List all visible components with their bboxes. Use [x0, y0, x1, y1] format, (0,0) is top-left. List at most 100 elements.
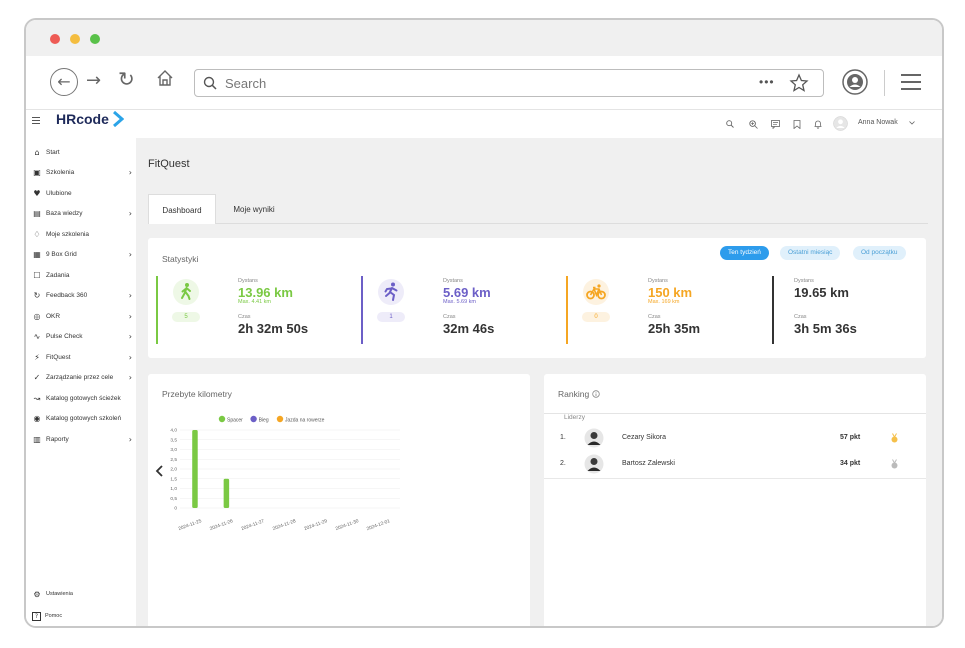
browser-window: ← → ↻ Search ••• HRcode Anna Nowak ⌂ Sta…: [24, 18, 944, 628]
ranking-bottom-divider: [544, 478, 926, 479]
rank-number: 2.: [560, 460, 566, 467]
time-label: Czas: [794, 314, 807, 320]
page-title: FitQuest: [148, 158, 190, 170]
bell-icon[interactable]: [814, 120, 822, 129]
max-distance: Max. 5.69 km: [443, 299, 477, 305]
home-icon[interactable]: [156, 69, 174, 91]
sidebar-item-2[interactable]: ▣ Szkolenia ›: [32, 165, 132, 181]
rank-number: 1.: [560, 434, 566, 441]
user-photo-icon: [584, 428, 604, 448]
legend-swatch-2: [250, 415, 257, 423]
address-bar[interactable]: Search •••: [194, 69, 824, 97]
time-value: 2h 32m 50s: [238, 321, 309, 336]
sidebar-item-settings[interactable]: ⚙ Ustawienia: [32, 586, 132, 602]
star-icon[interactable]: [789, 73, 809, 93]
maximize-window-button[interactable]: [90, 34, 100, 44]
walk-icon: [173, 279, 199, 305]
sidebar-item-13[interactable]: ↝ Katalog gotowych ścieżek: [32, 390, 132, 406]
legend-label-1: Spacer: [227, 417, 243, 423]
stats-card: Statystyki Ten tydzień Ostatni miesiąc O…: [148, 238, 926, 358]
sidebar-item-help[interactable]: ? Pomoc: [32, 608, 132, 624]
legend-label-2: Bieg: [259, 417, 269, 423]
time-value: 25h 35m: [648, 321, 701, 336]
sidebar-item-6[interactable]: ▦ 9 Box Grid ›: [32, 247, 132, 263]
max-distance: Max. 169 km: [648, 299, 680, 305]
y-tick-label: 3,0: [170, 447, 177, 453]
sidebar-item-10[interactable]: ∿ Pulse Check ›: [32, 329, 132, 345]
y-tick-label: 2,5: [170, 457, 177, 463]
user-avatar-icon[interactable]: [833, 116, 848, 131]
account-icon[interactable]: [842, 69, 868, 95]
chart-prev-arrow-icon[interactable]: [155, 465, 163, 477]
sidebar-item-9[interactable]: ◎ OKR ›: [32, 308, 133, 324]
x-tick-label: 2024-11-29: [303, 518, 328, 532]
user-name[interactable]: Bartosz Zalewski: [622, 460, 675, 467]
sidebar-item-14[interactable]: ◉ Katalog gotowych szkoleń: [32, 411, 132, 427]
user-name[interactable]: Anna Nowak: [858, 119, 898, 126]
chevron-down-icon[interactable]: [909, 121, 915, 125]
play-icon: ▣: [33, 168, 41, 177]
sidebar-item-15[interactable]: ▥ Raporty ›: [32, 431, 132, 447]
distance-label: Dystans: [648, 278, 668, 284]
period-this-week-button[interactable]: Ten tydzień: [720, 246, 769, 260]
stat-column-walk: 5 Dystans 13.96 km Max. 4.41 km Czas 2h …: [156, 276, 356, 344]
x-tick-label: 2024-11-27: [240, 518, 265, 532]
message-icon[interactable]: [771, 120, 780, 129]
hamburger-icon[interactable]: [32, 117, 40, 124]
chevron-right-icon: ›: [128, 434, 132, 444]
toolbar-divider: [884, 70, 885, 96]
main-content: FitQuest Dashboard Moje wyniki Statystyk…: [136, 138, 942, 626]
sidebar-item-8[interactable]: ↻ Feedback 360 ›: [32, 288, 132, 304]
sidebar: ⌂ Start ▣ Szkolenia › ♥ Ulubione ▤ Baza wiedzy › ♢…: [26, 138, 136, 626]
minimize-window-button[interactable]: [70, 34, 80, 44]
sidebar-item-11[interactable]: ⚡ FitQuest ›: [32, 349, 132, 365]
x-tick-label: 2024-11-28: [272, 518, 297, 532]
y-tick-label: 1,5: [170, 476, 177, 482]
max-distance: Max. 4.41 km: [238, 299, 272, 305]
y-tick-label: 0: [174, 506, 177, 512]
close-window-button[interactable]: [50, 34, 60, 44]
sidebar-item-label: Raporty: [46, 435, 69, 443]
sidebar-item-3[interactable]: ♥ Ulubione: [32, 185, 132, 201]
ranking-header: Ranking: [558, 389, 600, 399]
user-name[interactable]: Cezary Sikora: [622, 434, 666, 441]
sidebar-item-label: Moje szkolenia: [46, 230, 89, 238]
chevron-right-icon: ›: [128, 311, 132, 321]
more-icon[interactable]: •••: [759, 75, 775, 89]
sidebar-item-5[interactable]: ♢ Moje szkolenia: [32, 226, 132, 242]
search-icon: [203, 76, 217, 90]
sidebar-item-label: Feedback 360: [46, 292, 88, 299]
info-icon[interactable]: [592, 390, 600, 398]
tab-dashboard[interactable]: Dashboard: [148, 194, 216, 224]
zoom-icon[interactable]: [749, 120, 758, 129]
menu-icon[interactable]: [900, 73, 922, 91]
app-logo[interactable]: HRcode: [56, 111, 124, 127]
reload-icon[interactable]: ↻: [118, 67, 135, 91]
period-all-time-button[interactable]: Od początku: [853, 246, 906, 260]
back-arrow-icon[interactable]: ←: [50, 68, 78, 96]
sidebar-item-4[interactable]: ▤ Baza wiedzy ›: [32, 206, 132, 222]
y-tick-label: 1,0: [170, 486, 177, 492]
sidebar-item-1[interactable]: ⌂ Start: [32, 144, 132, 160]
ranking-row: 1. Cezary Sikora 57 pkt: [544, 428, 926, 448]
header-search-icon[interactable]: [726, 120, 734, 128]
run-icon: [378, 279, 404, 305]
x-tick-label: 2024-11-30: [335, 518, 360, 532]
sidebar-item-label: OKR: [46, 312, 61, 320]
forward-arrow-icon[interactable]: →: [86, 70, 101, 91]
kilometers-title: Przebyte kilometry: [162, 389, 232, 399]
sidebar-item-7[interactable]: ☐ Zadania: [32, 267, 132, 283]
task-icon: ☐: [33, 270, 41, 280]
sidebar-item-12[interactable]: ✓ Zarządzanie przez cele ›: [32, 370, 132, 386]
period-last-month-button[interactable]: Ostatni miesiąc: [780, 246, 841, 260]
tab-moje-wyniki[interactable]: Moje wyniki: [216, 194, 292, 224]
app-header: HRcode Anna Nowak: [26, 110, 942, 138]
target-icon: ◎: [33, 311, 41, 321]
chevron-right-icon: ›: [128, 352, 132, 362]
distance-label: Dystans: [238, 278, 258, 284]
grid-icon: ▦: [33, 250, 41, 259]
kilometers-card: Przebyte kilometry Spacer Bieg Jazda na ro…: [148, 374, 530, 626]
time-label: Czas: [238, 314, 251, 320]
tab-bar: Dashboard Moje wyniki: [148, 194, 928, 224]
bookmark-icon[interactable]: [793, 120, 801, 129]
